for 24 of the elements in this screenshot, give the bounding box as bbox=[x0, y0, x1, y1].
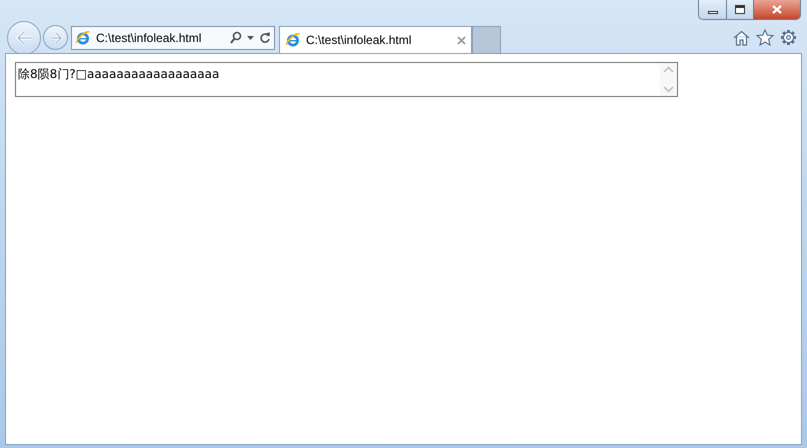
back-arrow-icon bbox=[15, 30, 33, 46]
close-tab-icon[interactable] bbox=[457, 36, 466, 44]
home-icon[interactable] bbox=[733, 30, 750, 46]
browser-logo-icon bbox=[75, 30, 91, 46]
address-text: C:\test\infoleak.html bbox=[96, 30, 202, 46]
star-icon[interactable] bbox=[756, 29, 774, 46]
back-button[interactable] bbox=[7, 20, 41, 54]
browser-logo-icon bbox=[285, 32, 301, 48]
minimize-icon bbox=[708, 10, 718, 14]
maximize-button[interactable] bbox=[727, 0, 754, 19]
text-area-value: 除8陨8门?□aaaaaaaaaaaaaaaaaa bbox=[17, 66, 220, 83]
maximize-icon bbox=[735, 5, 745, 14]
tab-title: C:\test\infoleak.html bbox=[306, 32, 412, 49]
settings-icon[interactable] bbox=[780, 29, 797, 46]
search-icon[interactable] bbox=[230, 31, 242, 44]
refresh-icon[interactable] bbox=[259, 32, 271, 44]
text-area[interactable]: 除8陨8门?□aaaaaaaaaaaaaaaaaa bbox=[15, 62, 678, 97]
browser-tab[interactable]: C:\test\infoleak.html bbox=[279, 26, 472, 53]
dropdown-caret-icon[interactable] bbox=[247, 36, 254, 40]
address-bar[interactable]: C:\test\infoleak.html bbox=[71, 26, 275, 50]
close-icon bbox=[772, 5, 782, 14]
minimize-button[interactable] bbox=[699, 0, 727, 19]
forward-arrow-icon bbox=[48, 32, 62, 44]
close-button[interactable] bbox=[754, 0, 800, 19]
